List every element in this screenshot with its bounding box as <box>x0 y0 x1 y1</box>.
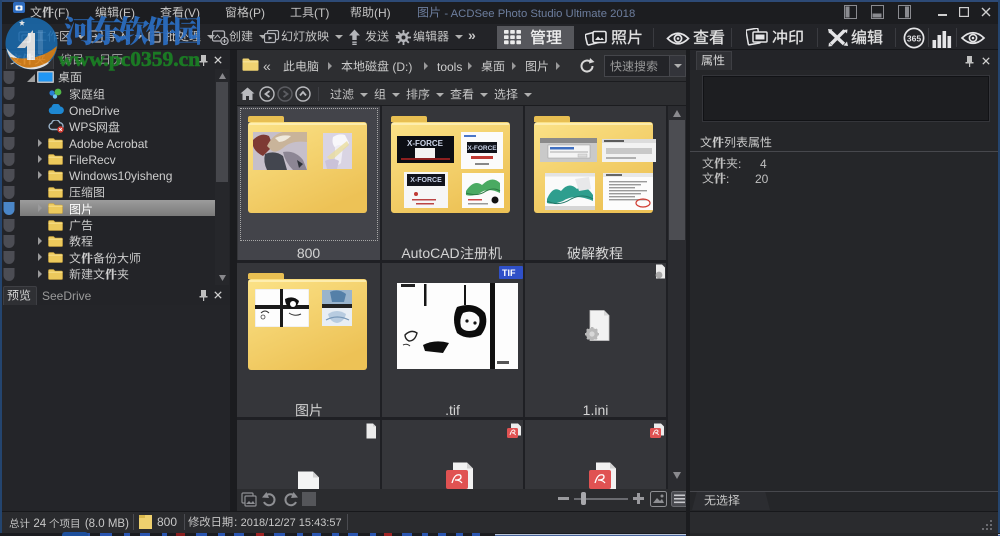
svg-text:365: 365 <box>907 34 921 44</box>
svg-text:X-FORCE: X-FORCE <box>407 139 444 148</box>
svg-text:X-FORCE: X-FORCE <box>410 177 442 184</box>
svg-text:X-FORCE: X-FORCE <box>467 145 497 152</box>
